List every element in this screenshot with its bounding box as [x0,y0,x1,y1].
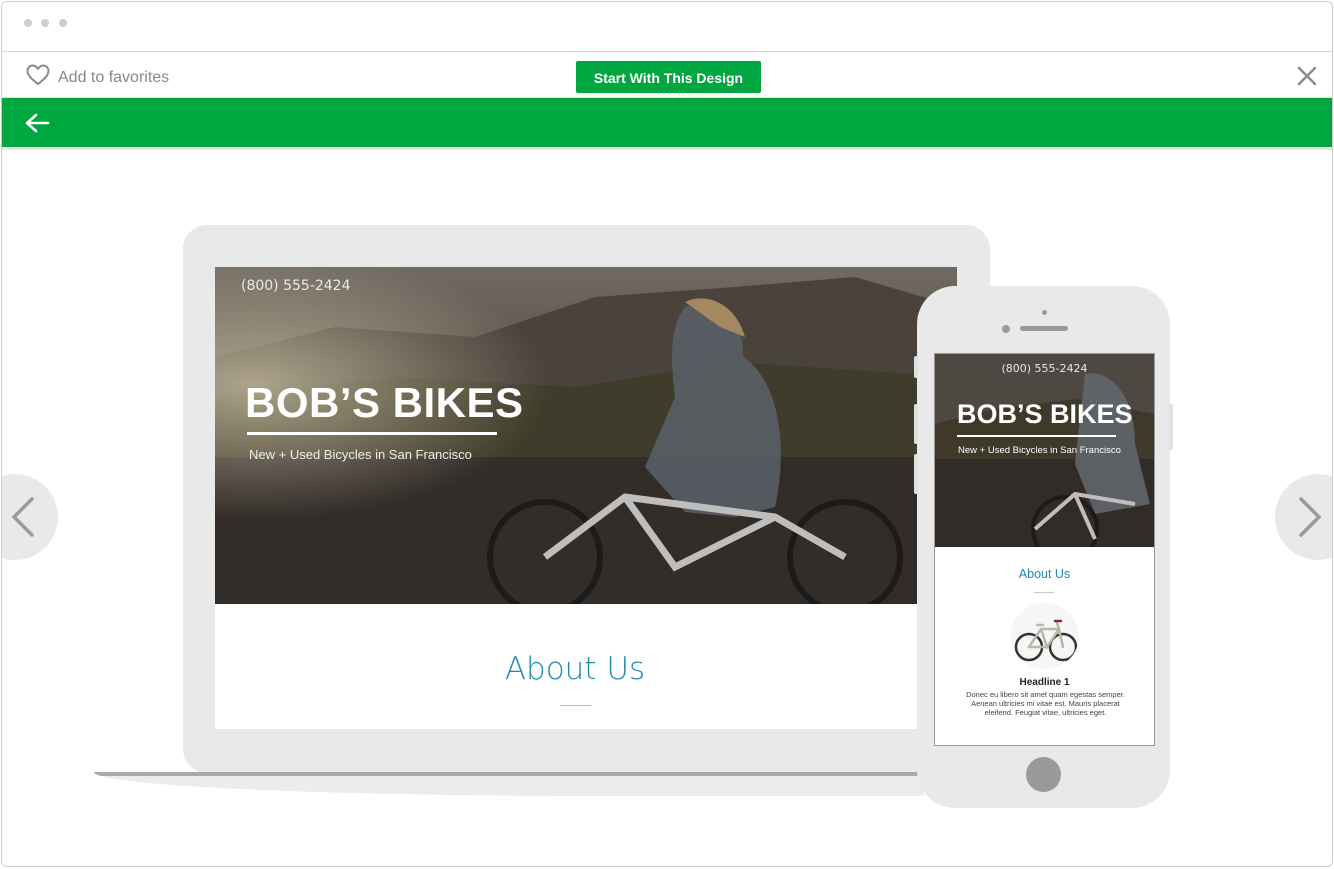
heart-icon [26,64,50,91]
window-dot [24,19,32,27]
green-header-bar [2,98,1332,150]
chevron-right-icon [1299,497,1322,537]
chevron-left-icon [11,497,34,537]
phone-hero-image: (800) 555-2424 BOB’S BIKES New + Used Bi… [935,354,1154,547]
phone-camera [1042,310,1047,315]
phone-side-button [914,404,918,444]
about-divider [560,705,591,706]
back-arrow-icon[interactable] [24,112,50,134]
about-us-heading: About Us [504,651,646,687]
hero-title: BOB’S BIKES [245,379,524,426]
laptop-mockup: (800) 555-2424 BOB’S BIKES New + Used Bi… [183,225,990,773]
mobile-about-divider [1034,592,1054,593]
next-design-button[interactable] [1275,474,1332,560]
hero-title-underline [247,432,497,435]
start-with-this-design-button[interactable]: Start With This Design [576,61,761,93]
window-dot [59,19,67,27]
mobile-phone-number: (800) 555-2424 [1001,362,1088,375]
phone-home-button [1026,757,1061,792]
laptop-screen: (800) 555-2424 BOB’S BIKES New + Used Bi… [215,267,957,729]
hero-subtitle: New + Used Bicycles in San Francisco [249,447,472,462]
laptop-base [94,772,924,796]
bicycle-image [1011,603,1079,669]
window-dot [41,19,49,27]
phone-speaker [1020,326,1068,331]
phone-mockup: (800) 555-2424 BOB’S BIKES New + Used Bi… [914,286,1173,808]
window-chrome [2,2,1332,52]
hero-phone-number: (800) 555-2424 [241,278,351,294]
mobile-headline: Headline 1 [1019,677,1070,688]
phone-screen: (800) 555-2424 BOB’S BIKES New + Used Bi… [934,353,1155,746]
previous-design-button[interactable] [2,474,58,560]
browser-window: Add to favorites Start With This Design [1,1,1333,867]
mobile-title-underline [957,435,1116,437]
mobile-hero-title: BOB’S BIKES [957,399,1133,429]
add-to-favorites-label: Add to favorites [58,68,170,86]
phone-side-button [914,356,918,378]
add-to-favorites-button[interactable]: Add to favorites [26,64,169,91]
mobile-about-heading: About Us [1018,567,1071,581]
preview-toolbar: Add to favorites Start With This Design [2,52,1332,98]
mobile-hero-subtitle: New + Used Bicycles in San Francisco [958,445,1121,456]
phone-side-button [1169,404,1173,450]
phone-side-button [914,454,918,494]
phone-sensor [1002,325,1010,333]
mobile-body-text: Donec eu libero sit amet quam egestas se… [966,690,1125,717]
close-icon[interactable] [1296,65,1318,87]
laptop-hero-image: (800) 555-2424 BOB’S BIKES New + Used Bi… [215,267,957,604]
